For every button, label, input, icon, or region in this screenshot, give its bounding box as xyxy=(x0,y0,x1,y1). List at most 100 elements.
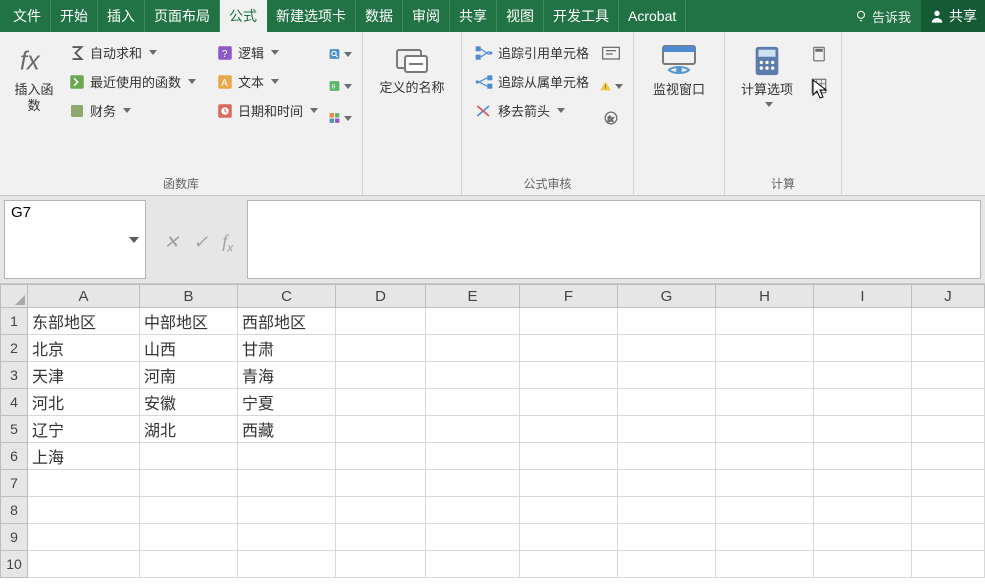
cell-C8[interactable] xyxy=(238,497,336,524)
cell-C6[interactable] xyxy=(238,443,336,470)
cell-A3[interactable]: 天津 xyxy=(28,362,140,389)
row-header-8[interactable]: 8 xyxy=(0,497,28,524)
cell-D3[interactable] xyxy=(336,362,426,389)
cell-B5[interactable]: 湖北 xyxy=(140,416,238,443)
col-header-J[interactable]: J xyxy=(912,284,985,308)
cell-H9[interactable] xyxy=(716,524,814,551)
cell-D9[interactable] xyxy=(336,524,426,551)
cell-D10[interactable] xyxy=(336,551,426,578)
evaluate-formula-button[interactable]: fx xyxy=(599,106,623,130)
col-header-E[interactable]: E xyxy=(426,284,520,308)
cell-E7[interactable] xyxy=(426,470,520,497)
col-header-G[interactable]: G xyxy=(618,284,716,308)
cell-G6[interactable] xyxy=(618,443,716,470)
trace-dependents-button[interactable]: 追踪从属单元格 xyxy=(468,69,595,94)
cell-C5[interactable]: 西藏 xyxy=(238,416,336,443)
col-header-C[interactable]: C xyxy=(238,284,336,308)
tab-share[interactable]: 共享 xyxy=(450,0,497,32)
col-header-A[interactable]: A xyxy=(28,284,140,308)
cell-J8[interactable] xyxy=(912,497,985,524)
cell-A2[interactable]: 北京 xyxy=(28,335,140,362)
show-formulas-button[interactable] xyxy=(599,42,623,66)
recent-functions-button[interactable]: 最近使用的函数 xyxy=(62,69,202,94)
col-header-H[interactable]: H xyxy=(716,284,814,308)
define-name-button[interactable]: 定义的名称 xyxy=(369,38,455,98)
cell-B8[interactable] xyxy=(140,497,238,524)
cell-I8[interactable] xyxy=(814,497,912,524)
name-box[interactable] xyxy=(4,200,146,279)
row-header-7[interactable]: 7 xyxy=(0,470,28,497)
cell-I7[interactable] xyxy=(814,470,912,497)
cell-G9[interactable] xyxy=(618,524,716,551)
col-header-D[interactable]: D xyxy=(336,284,426,308)
cell-J7[interactable] xyxy=(912,470,985,497)
cell-F6[interactable] xyxy=(520,443,618,470)
cell-F1[interactable] xyxy=(520,308,618,335)
col-header-B[interactable]: B xyxy=(140,284,238,308)
tab-data[interactable]: 数据 xyxy=(356,0,403,32)
cell-H1[interactable] xyxy=(716,308,814,335)
row-header-4[interactable]: 4 xyxy=(0,389,28,416)
cell-H5[interactable] xyxy=(716,416,814,443)
cell-E9[interactable] xyxy=(426,524,520,551)
row-header-2[interactable]: 2 xyxy=(0,335,28,362)
cell-A1[interactable]: 东部地区 xyxy=(28,308,140,335)
titlebar-share[interactable]: 共享 xyxy=(921,0,985,32)
select-all-corner[interactable] xyxy=(0,284,28,308)
cell-E2[interactable] xyxy=(426,335,520,362)
row-header-6[interactable]: 6 xyxy=(0,443,28,470)
cell-J10[interactable] xyxy=(912,551,985,578)
tab-dev[interactable]: 开发工具 xyxy=(544,0,619,32)
error-check-button[interactable]: ! xyxy=(599,74,623,98)
cell-B3[interactable]: 河南 xyxy=(140,362,238,389)
cell-G5[interactable] xyxy=(618,416,716,443)
tab-acrobat[interactable]: Acrobat xyxy=(619,0,686,32)
logical-button[interactable]: ? 逻辑 xyxy=(210,40,324,65)
tab-home[interactable]: 开始 xyxy=(51,0,98,32)
calculate-now-button[interactable] xyxy=(807,42,831,66)
cell-B6[interactable] xyxy=(140,443,238,470)
tab-layout[interactable]: 页面布局 xyxy=(145,0,220,32)
cell-I1[interactable] xyxy=(814,308,912,335)
cell-J5[interactable] xyxy=(912,416,985,443)
cell-B1[interactable]: 中部地区 xyxy=(140,308,238,335)
cell-C3[interactable]: 青海 xyxy=(238,362,336,389)
cell-F2[interactable] xyxy=(520,335,618,362)
cell-J9[interactable] xyxy=(912,524,985,551)
cell-F8[interactable] xyxy=(520,497,618,524)
cell-A9[interactable] xyxy=(28,524,140,551)
cell-G2[interactable] xyxy=(618,335,716,362)
cell-B2[interactable]: 山西 xyxy=(140,335,238,362)
tell-me[interactable]: 告诉我 xyxy=(844,0,921,32)
cell-A6[interactable]: 上海 xyxy=(28,443,140,470)
cell-F9[interactable] xyxy=(520,524,618,551)
cell-A4[interactable]: 河北 xyxy=(28,389,140,416)
cell-H10[interactable] xyxy=(716,551,814,578)
insert-function-button[interactable]: fx 插入函数 xyxy=(6,38,62,116)
cell-I10[interactable] xyxy=(814,551,912,578)
cell-D8[interactable] xyxy=(336,497,426,524)
tab-review[interactable]: 审阅 xyxy=(403,0,450,32)
autosum-button[interactable]: 自动求和 xyxy=(62,40,202,65)
formula-input[interactable] xyxy=(247,200,981,279)
col-header-F[interactable]: F xyxy=(520,284,618,308)
cell-C7[interactable] xyxy=(238,470,336,497)
cell-I2[interactable] xyxy=(814,335,912,362)
cell-E1[interactable] xyxy=(426,308,520,335)
cell-C2[interactable]: 甘肃 xyxy=(238,335,336,362)
cell-I9[interactable] xyxy=(814,524,912,551)
datetime-button[interactable]: 日期和时间 xyxy=(210,98,324,123)
cell-C1[interactable]: 西部地区 xyxy=(238,308,336,335)
tab-newtab[interactable]: 新建选项卡 xyxy=(267,0,356,32)
cell-G10[interactable] xyxy=(618,551,716,578)
name-box-input[interactable] xyxy=(11,204,129,221)
trace-precedents-button[interactable]: 追踪引用单元格 xyxy=(468,40,595,65)
cell-G4[interactable] xyxy=(618,389,716,416)
cell-J2[interactable] xyxy=(912,335,985,362)
cell-C4[interactable]: 宁夏 xyxy=(238,389,336,416)
cell-C10[interactable] xyxy=(238,551,336,578)
cell-H4[interactable] xyxy=(716,389,814,416)
cell-E8[interactable] xyxy=(426,497,520,524)
accept-formula-button[interactable]: ✓ xyxy=(193,232,208,253)
row-header-3[interactable]: 3 xyxy=(0,362,28,389)
